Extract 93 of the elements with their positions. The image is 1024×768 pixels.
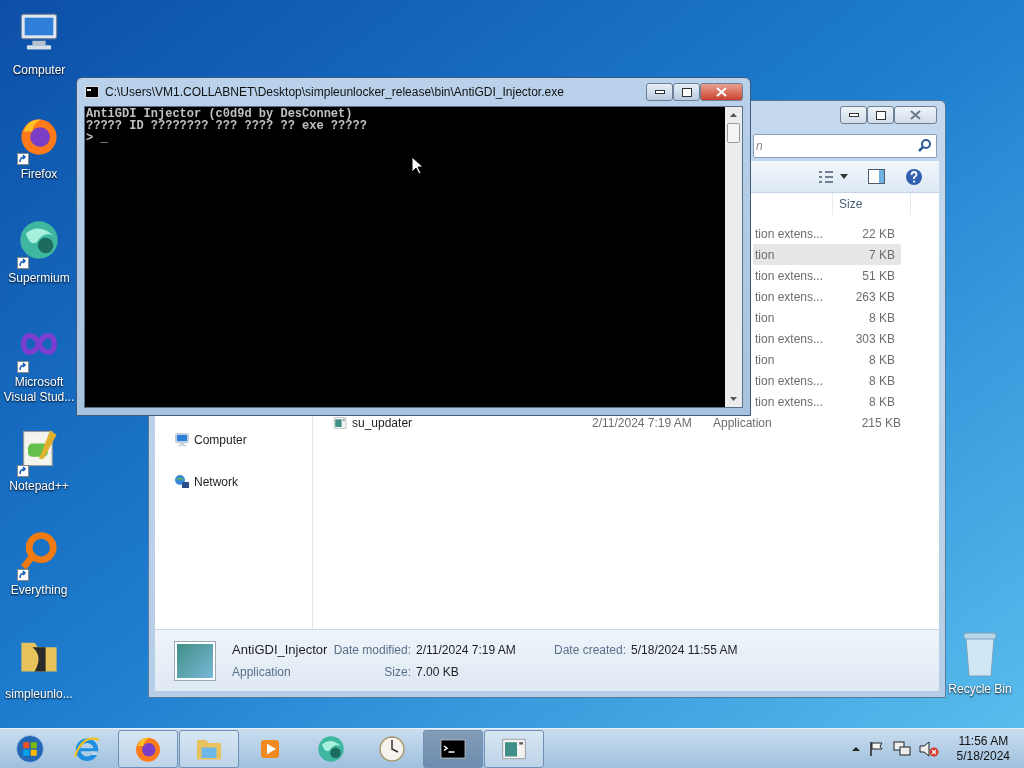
field-value: 7.00 KB <box>416 664 459 682</box>
mouse-pointer-icon <box>411 156 423 175</box>
windows-logo-icon <box>15 733 45 764</box>
icon-label[interactable]: Everything <box>0 583 78 598</box>
help-icon <box>905 167 923 186</box>
search-field[interactable]: n <box>753 133 937 158</box>
field-label: Date modified: <box>332 641 411 659</box>
trash-bin-icon <box>960 630 1000 678</box>
clock-icon <box>377 733 407 764</box>
icon-label[interactable]: simpleunlo... <box>0 687 78 702</box>
file-thumbnail-icon <box>174 640 216 681</box>
network-globe-icon <box>174 474 190 490</box>
file-row[interactable]: tion 7 KB <box>753 244 901 265</box>
field-value: 2/11/2024 7:19 AM <box>416 641 517 659</box>
type-cell: tion extens... <box>755 268 824 283</box>
maximize-button[interactable] <box>867 106 894 124</box>
field-value: 5/18/2024 11:55 AM <box>631 641 738 659</box>
console-line: > _ <box>86 132 109 144</box>
maximize-button[interactable] <box>673 83 700 101</box>
icon-label[interactable]: Microsoft Visual Stud... <box>0 375 78 405</box>
size-cell: 303 KB <box>855 331 895 346</box>
file-row[interactable]: tion 8 KB <box>753 349 901 370</box>
file-row[interactable]: tion 8 KB <box>753 307 901 328</box>
type-cell: tion <box>755 310 775 325</box>
type-cell: tion extens... <box>755 331 824 346</box>
minimize-button[interactable] <box>646 83 673 101</box>
network-icon[interactable] <box>892 740 911 757</box>
size-cell: 8 KB <box>869 352 895 367</box>
size-cell: 8 KB <box>869 394 895 409</box>
nav-item[interactable]: Computer <box>194 431 247 449</box>
console-line: AntiGDI Injector (c0d9d by DesConnet) <box>86 108 353 120</box>
close-icon <box>910 110 921 120</box>
type-cell: tion extens... <box>755 394 824 409</box>
flag-icon[interactable] <box>868 740 885 757</box>
date-cell: 2/11/2024 7:19 AM <box>592 415 692 430</box>
size-cell: 7 KB <box>869 247 895 262</box>
size-cell: 8 KB <box>869 373 895 388</box>
file-row[interactable]: tion extens... 303 KB <box>753 328 901 349</box>
file-title: AntiGDI_Injector <box>232 640 329 659</box>
monitor-icon <box>174 432 190 448</box>
minimize-icon <box>848 113 859 117</box>
minimize-icon <box>654 90 665 94</box>
size-cell: 263 KB <box>855 289 895 304</box>
icon-label[interactable]: Supermium <box>0 271 78 286</box>
size-cell: 22 KB <box>862 226 895 241</box>
restore-icon <box>681 87 692 97</box>
file-row[interactable]: tion extens... 51 KB <box>753 265 901 286</box>
column-header[interactable]: Size <box>832 193 911 215</box>
pane-icon <box>868 169 885 184</box>
type-cell: tion extens... <box>755 373 824 388</box>
taskbar-button[interactable] <box>423 729 483 768</box>
sphere-icon <box>316 733 346 764</box>
field-label: Date created: <box>554 641 627 659</box>
close-button[interactable] <box>894 106 937 124</box>
clock[interactable]: 11:56 AM 5/18/2024 <box>956 733 1010 764</box>
scrollbar[interactable] <box>725 107 742 407</box>
file-row[interactable]: tion extens... 8 KB <box>753 370 901 391</box>
file-row[interactable]: tion extens... 22 KB <box>753 223 901 244</box>
icon-label[interactable]: Computer <box>0 63 78 78</box>
scroll-up-icon <box>730 113 737 117</box>
file-row[interactable]: su_updater 2/11/2024 7:19 AM Application 215 KB <box>319 412 901 433</box>
file-row[interactable]: tion extens... 8 KB <box>753 391 901 412</box>
type-cell: tion <box>755 352 775 367</box>
close-button[interactable] <box>700 83 743 101</box>
file-row[interactable]: tion extens... 263 KB <box>753 286 901 307</box>
type-cell: tion extens... <box>755 289 824 304</box>
sphere-icon <box>17 218 61 262</box>
nav-item[interactable]: Network <box>194 473 238 491</box>
minimize-button[interactable] <box>840 106 867 124</box>
file-type: Application <box>232 664 292 682</box>
chevron-up-icon[interactable] <box>850 744 861 753</box>
type-cell: tion extens... <box>755 226 824 241</box>
icon-label[interactable]: Notepad++ <box>0 479 78 494</box>
size-cell: 215 KB <box>861 415 901 430</box>
type-cell: Application <box>713 415 772 430</box>
console-line: ????? ID ???????? ??? ???? ?? exe ????? <box>86 120 368 132</box>
console-app-icon <box>85 86 99 98</box>
size-cell: 8 KB <box>869 310 895 325</box>
restore-icon <box>875 110 886 120</box>
caret-icon <box>840 174 848 179</box>
list-view-icon <box>818 169 834 184</box>
field-label: Size: <box>383 664 411 682</box>
speaker-muted-icon[interactable] <box>918 740 939 757</box>
file-name: su_updater <box>352 414 413 432</box>
window-title: C:\Users\VM1.COLLABNET\Desktop\simpleunlocker_release\bin\AntiGDI_Injector.exe <box>105 84 565 101</box>
close-icon <box>716 87 727 97</box>
window-icon <box>332 414 348 431</box>
search-icon <box>918 137 932 152</box>
type-cell: tion <box>755 247 775 262</box>
scroll-down-icon <box>730 397 737 401</box>
icon-label[interactable]: Firefox <box>0 167 78 182</box>
scroll-thumb[interactable] <box>727 123 740 143</box>
size-cell: 51 KB <box>862 268 895 283</box>
